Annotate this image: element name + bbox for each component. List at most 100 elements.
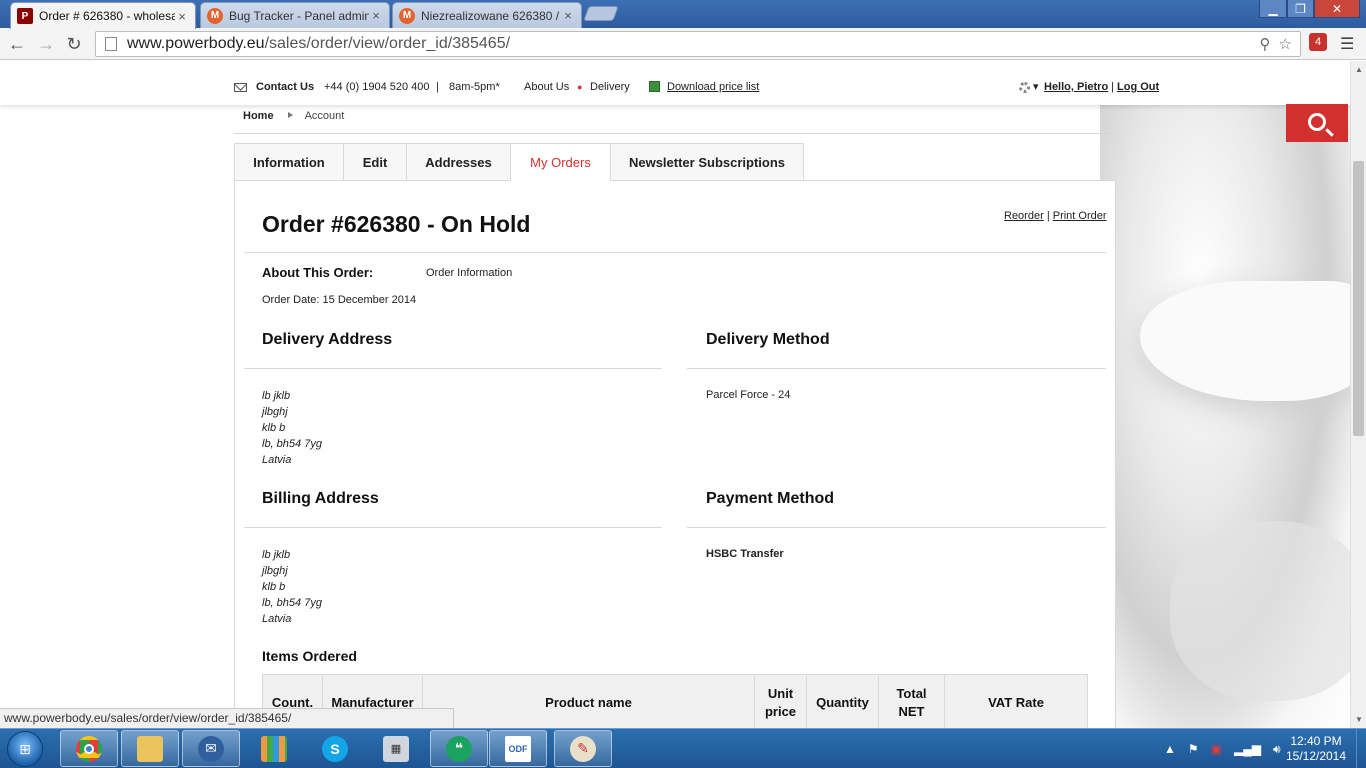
- column-header-total-net: Total NET: [878, 674, 945, 728]
- address-bar[interactable]: www.powerbody.eu/sales/order/view/order_…: [95, 31, 1301, 57]
- taskbar-odf-document[interactable]: ODF: [489, 730, 547, 767]
- network-warning-icon[interactable]: ▣: [1211, 742, 1222, 756]
- order-panel: Order #626380 - On Hold Reorder | Print …: [234, 180, 1116, 728]
- clock-time: 12:40 PM: [1290, 734, 1342, 748]
- address-line: Latvia: [262, 454, 292, 466]
- taskbar-paint[interactable]: ✎: [554, 730, 612, 767]
- url-path: /sales/order/view/order_id/385465/: [264, 35, 511, 52]
- search-icon: [1308, 112, 1326, 131]
- thunderbird-icon: ✉: [198, 735, 224, 762]
- tab-addresses[interactable]: Addresses: [406, 143, 510, 181]
- taskbar-chrome[interactable]: [60, 730, 118, 767]
- browser-tab-bug-tracker[interactable]: M Bug Tracker - Panel admin ×: [200, 2, 390, 28]
- tab-my-orders[interactable]: My Orders: [510, 143, 610, 181]
- logout-link[interactable]: Log Out: [1117, 81, 1159, 93]
- folder-icon: [137, 735, 163, 762]
- address-line: klb b: [262, 581, 286, 593]
- close-icon[interactable]: ×: [561, 8, 575, 23]
- column-header-unit-price: Unit price: [754, 674, 807, 728]
- zoom-search-icon[interactable]: ⚲: [1260, 35, 1271, 53]
- minimize-button[interactable]: ▁: [1259, 0, 1287, 18]
- reorder-link[interactable]: Reorder: [1004, 210, 1044, 222]
- separator: |: [1046, 210, 1050, 222]
- new-tab-button[interactable]: [583, 6, 619, 21]
- taskbar-grid-app[interactable]: [245, 730, 303, 767]
- delivery-link[interactable]: Delivery: [590, 81, 630, 93]
- contact-us-link[interactable]: Contact Us: [256, 81, 314, 93]
- maximize-button[interactable]: ❐: [1287, 0, 1314, 18]
- billing-address: lb jklb jlbghj klb b lb, bh54 7yg Latvia: [262, 547, 322, 627]
- scrollbar-thumb[interactable]: [1353, 161, 1364, 436]
- taskbar-calculator[interactable]: ▦: [367, 730, 425, 767]
- address-line: jlbghj: [262, 406, 288, 418]
- account-tabs: Information Edit Addresses My Orders New…: [234, 143, 804, 181]
- tab-information[interactable]: Information: [234, 143, 343, 181]
- divider: [244, 368, 662, 369]
- order-actions: Reorder | Print Order: [1004, 210, 1107, 222]
- settings-gear-icon[interactable]: ▾: [1019, 80, 1039, 93]
- column-header-quantity: Quantity: [806, 674, 879, 728]
- mail-icon: [234, 81, 247, 93]
- scroll-down-icon[interactable]: ▼: [1355, 715, 1363, 724]
- download-price-list-link[interactable]: Download price list: [667, 81, 759, 93]
- taskbar-hangouts[interactable]: ❝: [430, 730, 488, 767]
- breadcrumb-home[interactable]: Home: [243, 110, 274, 122]
- order-information-label: Order Information: [426, 267, 513, 279]
- divider: [234, 133, 1116, 134]
- separator: |: [1111, 81, 1114, 93]
- separator: |: [436, 81, 439, 93]
- forward-icon[interactable]: →: [34, 32, 58, 56]
- about-order-label: About This Order:: [262, 265, 374, 280]
- divider: [244, 527, 662, 528]
- background-model-photo: [1100, 101, 1350, 728]
- close-window-button[interactable]: ✕: [1314, 0, 1360, 18]
- divider: [244, 252, 1106, 253]
- address-line: lb, bh54 7yg: [262, 597, 322, 609]
- tab-newsletter-subscriptions[interactable]: Newsletter Subscriptions: [610, 143, 804, 181]
- items-ordered-title: Items Ordered: [262, 648, 357, 664]
- skype-icon: S: [322, 735, 348, 762]
- scroll-up-icon[interactable]: ▲: [1355, 65, 1363, 74]
- page-viewport: Contact Us +44 (0) 1904 520 400 | 8am-5p…: [0, 61, 1350, 728]
- divider: [687, 527, 1106, 528]
- breadcrumb: Home Account: [243, 110, 344, 122]
- volume-icon[interactable]: 🔊︎: [1273, 742, 1281, 757]
- reload-icon[interactable]: ↻: [62, 32, 86, 56]
- back-icon[interactable]: ←: [5, 32, 29, 56]
- browser-tab-niezrealizowane[interactable]: M Niezrealizowane 626380 / I ×: [392, 2, 582, 28]
- search-button[interactable]: [1286, 104, 1348, 142]
- page-title: Order #626380 - On Hold: [262, 211, 531, 237]
- url-text[interactable]: www.powerbody.eu/sales/order/view/order_…: [127, 35, 1260, 53]
- browser-tab-order[interactable]: P Order # 626380 - wholesal ×: [10, 2, 196, 29]
- tab-title: Niezrealizowane 626380 / I: [421, 8, 561, 23]
- opening-hours: 8am-5pm*: [449, 81, 500, 93]
- system-tray: ▲ ⚑ ▣ ▂▄▆ 🔊︎: [1158, 729, 1287, 768]
- action-center-flag-icon[interactable]: ⚑: [1188, 742, 1199, 756]
- address-line: Latvia: [262, 613, 292, 625]
- page-icon: [105, 37, 117, 51]
- close-icon[interactable]: ×: [175, 9, 189, 24]
- vertical-scrollbar[interactable]: ▲ ▼: [1350, 61, 1366, 728]
- address-line: jlbghj: [262, 565, 288, 577]
- show-hidden-icons-icon[interactable]: ▲: [1164, 742, 1176, 756]
- taskbar-explorer[interactable]: [121, 730, 179, 767]
- bookmark-star-icon[interactable]: ☆: [1279, 35, 1292, 53]
- start-button[interactable]: ⊞: [7, 731, 43, 767]
- about-us-link[interactable]: About Us: [524, 81, 569, 93]
- chrome-icon: [76, 735, 102, 762]
- phone-number: +44 (0) 1904 520 400: [324, 81, 430, 93]
- menu-icon[interactable]: ☰: [1340, 34, 1354, 54]
- greeting-link[interactable]: Hello, Pietro: [1044, 81, 1108, 93]
- system-clock[interactable]: 12:40 PM 15/12/2014: [1282, 734, 1350, 764]
- show-desktop-button[interactable]: [1356, 729, 1366, 768]
- close-icon[interactable]: ×: [369, 8, 383, 23]
- link-status-bubble: www.powerbody.eu/sales/order/view/order_…: [0, 708, 454, 728]
- tab-edit[interactable]: Edit: [343, 143, 406, 181]
- delivery-address-title: Delivery Address: [262, 331, 393, 348]
- browser-toolbar: ← → ↻ www.powerbody.eu/sales/order/view/…: [0, 28, 1366, 60]
- signal-icon[interactable]: ▂▄▆: [1234, 742, 1261, 756]
- taskbar-thunderbird[interactable]: ✉: [182, 730, 240, 767]
- extension-icon[interactable]: 4: [1309, 33, 1327, 51]
- taskbar-skype[interactable]: S: [306, 730, 364, 767]
- print-order-link[interactable]: Print Order: [1053, 210, 1107, 222]
